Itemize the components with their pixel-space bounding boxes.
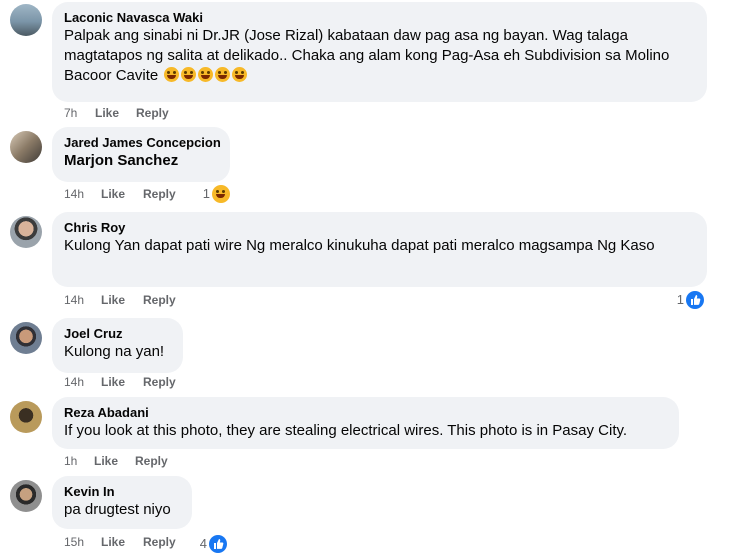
reaction-summary[interactable]: 4: [193, 534, 227, 554]
reaction-summary[interactable]: 1: [670, 290, 704, 310]
comment-bubble: Reza Abadani If you look at this photo, …: [52, 397, 679, 449]
comment-text: Kulong Yan dapat pati wire Ng meralco ki…: [64, 237, 655, 254]
avatar[interactable]: [10, 4, 42, 36]
comment-bubble: Chris Roy Kulong Yan dapat pati wire Ng …: [52, 212, 707, 287]
comment-text: pa drugtest niyo: [64, 501, 171, 518]
like-button[interactable]: Like: [95, 105, 119, 121]
like-button[interactable]: Like: [101, 534, 125, 550]
reply-button[interactable]: Reply: [143, 374, 176, 390]
comment-author[interactable]: Chris Roy: [64, 219, 695, 236]
reaction-count: 1: [202, 186, 210, 201]
comment-timestamp[interactable]: 14h: [64, 374, 84, 390]
reaction-summary[interactable]: 1: [196, 184, 230, 204]
like-button[interactable]: Like: [101, 374, 125, 390]
like-icon: [686, 291, 704, 309]
comment-text: Kulong na yan!: [64, 343, 165, 360]
reaction-count: 4: [199, 536, 207, 551]
comment-bubble: Kevin In pa drugtest niyo: [52, 476, 192, 529]
comment-bubble: Joel Cruz Kulong na yan!: [52, 318, 183, 373]
reply-button[interactable]: Reply: [143, 534, 176, 550]
reply-button[interactable]: Reply: [143, 186, 176, 202]
comment-text: Marjon Sanchez: [64, 152, 179, 169]
like-button[interactable]: Like: [101, 186, 125, 202]
comment-timestamp[interactable]: 14h: [64, 292, 84, 308]
avatar[interactable]: [10, 131, 42, 163]
comment-bubble: Laconic Navasca Waki Palpak ang sinabi n…: [52, 2, 707, 102]
rolling-laughing-emoji-icons: [162, 67, 248, 84]
comment-author[interactable]: Reza Abadani: [64, 404, 667, 421]
comment-bubble: Jared James Concepcion Marjon Sanchez: [52, 127, 230, 182]
comment-author[interactable]: Kevin In: [64, 483, 180, 500]
like-icon: [209, 535, 227, 553]
haha-icon: [212, 185, 230, 203]
comment-author[interactable]: Joel Cruz: [64, 325, 171, 342]
comment-text-body: Palpak ang sinabi ni Dr.JR (Jose Rizal) …: [64, 27, 670, 84]
reply-button[interactable]: Reply: [136, 105, 169, 121]
comment-author[interactable]: Jared James Concepcion: [64, 134, 221, 151]
avatar[interactable]: [10, 322, 42, 354]
avatar[interactable]: [10, 216, 42, 248]
like-button[interactable]: Like: [94, 453, 118, 469]
comment-author[interactable]: Laconic Navasca Waki: [64, 9, 695, 26]
comment-timestamp[interactable]: 14h: [64, 186, 84, 202]
comment-timestamp[interactable]: 7h: [64, 105, 77, 121]
avatar[interactable]: [10, 480, 42, 512]
reaction-count: 1: [676, 292, 684, 307]
comment-timestamp[interactable]: 1h: [64, 453, 77, 469]
reply-button[interactable]: Reply: [143, 292, 176, 308]
like-button[interactable]: Like: [101, 292, 125, 308]
avatar[interactable]: [10, 401, 42, 433]
comment-text: If you look at this photo, they are stea…: [64, 422, 628, 439]
comment-timestamp[interactable]: 15h: [64, 534, 84, 550]
reply-button[interactable]: Reply: [135, 453, 168, 469]
comment-text: Palpak ang sinabi ni Dr.JR (Jose Rizal) …: [64, 26, 695, 86]
